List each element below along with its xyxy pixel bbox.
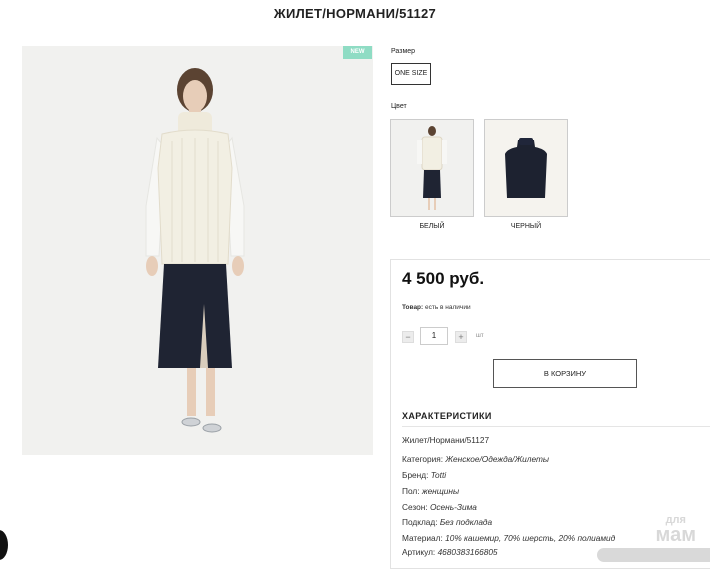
spec-row-gender: Пол: женщины <box>402 486 459 496</box>
spec-row-lining: Подклад: Без подклада <box>402 517 492 527</box>
spec-key: Категория: <box>402 454 444 464</box>
size-option-one-size[interactable]: ONE SIZE <box>391 63 431 85</box>
color-name-white: БЕЛЫЙ <box>419 223 445 230</box>
qty-decrease-button[interactable]: − <box>402 331 414 343</box>
color-label: Цвет <box>391 103 407 110</box>
product-title: ЖИЛЕТ/НОРМАНИ/51127 <box>273 6 437 21</box>
watermark-line-2: мам <box>655 523 696 546</box>
stock-status: Товар: есть в наличии <box>402 304 471 311</box>
stock-label: Товар: <box>402 304 424 311</box>
specs-product-name: Жилет/Нормани/51127 <box>402 435 490 445</box>
spec-value: Женское/Одежда/Жилеты <box>445 454 550 464</box>
spec-key: Бренд: <box>402 470 429 480</box>
spec-row-material: Материал: 10% кашемир, 70% шерсть, 20% п… <box>402 533 615 543</box>
size-label: Размер <box>391 48 416 55</box>
spec-row-category: Категория: Женское/Одежда/Жилеты <box>402 454 549 464</box>
color-swatch-white[interactable] <box>390 119 474 217</box>
spec-key: Сезон: <box>402 502 428 512</box>
black-variant-thumbnail <box>485 120 567 216</box>
specs-title: ХАРАКТЕРИСТИКИ <box>402 411 492 421</box>
spec-key: Пол: <box>402 486 420 496</box>
white-variant-thumbnail <box>391 120 473 216</box>
color-name-black: ЧЕРНЫЙ <box>510 223 542 230</box>
spec-value: женщины <box>421 486 460 496</box>
new-badge: NEW <box>343 46 372 59</box>
spec-row-brand: Бренд: Totti <box>402 470 446 480</box>
watermark-logo: для мам <box>655 515 696 546</box>
qty-increase-button[interactable]: + <box>455 331 467 343</box>
model-photo-illustration <box>22 46 373 455</box>
quantity-input[interactable]: 1 <box>420 327 448 345</box>
spec-value: 10% кашемир, 70% шерсть, 20% полиамид <box>445 533 616 543</box>
spec-value: Осень-Зима <box>429 502 477 512</box>
spec-key: Подклад: <box>402 517 438 527</box>
add-to-cart-button[interactable]: В КОРЗИНУ <box>493 359 637 388</box>
product-main-image[interactable] <box>22 46 373 455</box>
specs-divider <box>402 426 710 427</box>
spec-value: Без подклада <box>439 517 493 527</box>
qty-unit-label: шт <box>476 333 484 339</box>
spec-key: Материал: <box>402 533 443 543</box>
color-swatch-black[interactable] <box>484 119 568 217</box>
bottom-floating-bar[interactable] <box>597 548 710 562</box>
price: 4 500 руб. <box>402 269 485 288</box>
stock-value: есть в наличии <box>425 304 471 311</box>
spec-value: Totti <box>430 470 447 480</box>
spec-row-season: Сезон: Осень-Зима <box>402 502 477 512</box>
